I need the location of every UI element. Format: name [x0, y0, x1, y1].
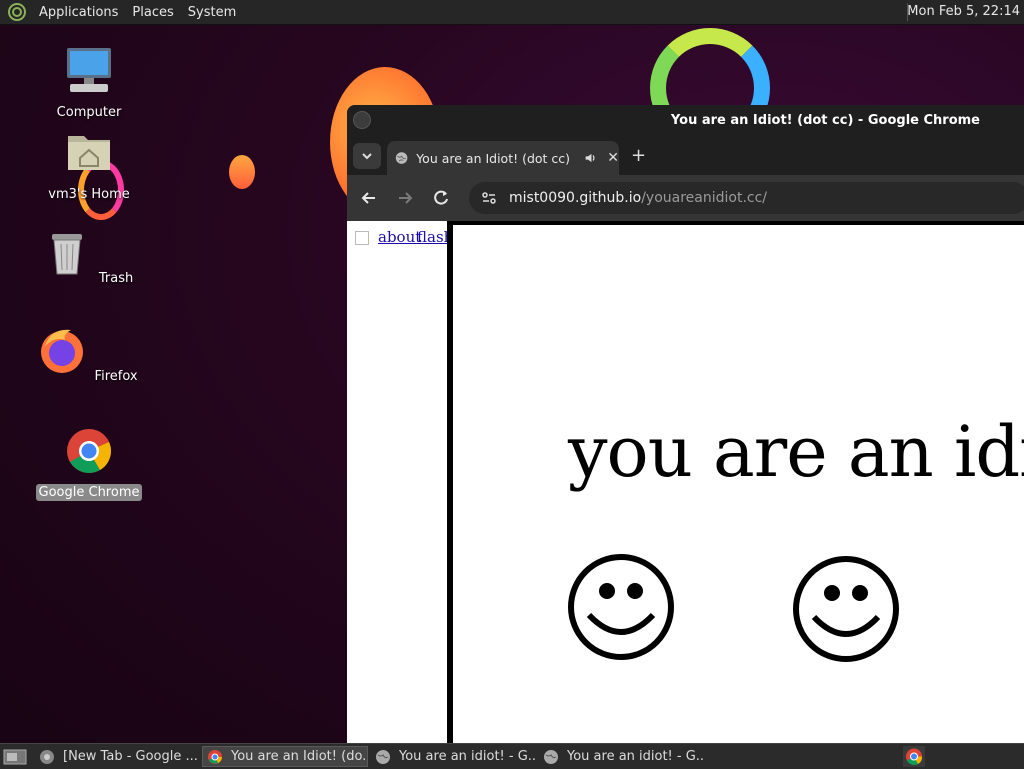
computer-icon — [67, 48, 111, 92]
tab-title: You are an Idiot! (dot cc) — [416, 150, 571, 166]
desktop-icon-firefox[interactable]: Firefox — [34, 326, 144, 385]
back-arrow-icon[interactable] — [359, 188, 379, 208]
taskbar-item-youareanidiot-active[interactable]: You are an Idiot! (do... — [202, 746, 368, 767]
reload-icon[interactable] — [431, 188, 451, 208]
tray-chrome-icon[interactable] — [903, 746, 925, 767]
top-panel: Applications Places System Mon Feb 5, 22… — [0, 0, 1024, 25]
system-menu[interactable]: System — [181, 5, 243, 20]
url-host: mist0090.github.io — [509, 190, 642, 206]
broken-image-icon — [355, 231, 369, 245]
tab-youareanidiot[interactable]: You are an Idiot! (dot cc) ✕ — [387, 141, 619, 175]
desktop-icon-google-chrome[interactable]: Google Chrome — [34, 426, 144, 501]
chevron-down-icon — [362, 153, 372, 160]
page-content: about flash you are an idiot — [347, 221, 1024, 743]
tab-strip: You are an Idiot! (dot cc) ✕ + — [347, 137, 1024, 175]
taskbar-item-label: You are an idiot! - G... — [567, 749, 704, 764]
chrome-icon — [40, 749, 54, 764]
browser-toolbar: mist0090.github.io/youareanidiot.cc/ — [347, 175, 1024, 221]
window-close-button[interactable] — [353, 111, 371, 129]
site-settings-icon[interactable] — [481, 190, 497, 206]
chrome-window: You are an Idiot! (dot cc) - Google Chro… — [347, 105, 1024, 743]
desktop-icon-label: Computer — [56, 105, 122, 120]
chrome-icon — [208, 749, 222, 764]
close-tab-icon[interactable]: ✕ — [607, 150, 619, 166]
taskbar-item-youareanidiot-3[interactable]: You are an idiot! - G... — [538, 746, 704, 767]
left-frame: about flash — [347, 221, 453, 743]
about-link[interactable]: about — [378, 228, 421, 246]
desktop-icon-label: Trash — [98, 271, 134, 286]
chrome-icon — [67, 429, 111, 473]
clock[interactable]: Mon Feb 5, 22:14 — [907, 4, 1020, 19]
desktop-icon-computer[interactable]: Computer — [34, 46, 144, 121]
trash-icon — [51, 234, 82, 275]
taskbar-item-new-tab[interactable]: [New Tab - Google ... — [34, 746, 200, 767]
globe-icon — [544, 749, 558, 764]
taskbar-item-label: [New Tab - Google ... — [63, 749, 198, 764]
taskbar-item-label: You are an idiot! - G... — [399, 749, 536, 764]
forward-arrow-icon[interactable] — [395, 188, 415, 208]
globe-icon — [395, 152, 408, 164]
desktop-icon-home[interactable]: vm3's Home — [34, 128, 144, 203]
url-path: /youareanidiot.cc/ — [641, 190, 768, 206]
applications-menu[interactable]: Applications — [32, 5, 125, 20]
window-titlebar[interactable]: You are an Idiot! (dot cc) - Google Chro… — [347, 105, 1024, 137]
show-desktop-icon[interactable] — [3, 748, 27, 766]
taskbar-item-youareanidiot-2[interactable]: You are an idiot! - G... — [370, 746, 536, 767]
places-menu[interactable]: Places — [125, 5, 180, 20]
address-bar[interactable]: mist0090.github.io/youareanidiot.cc/ — [469, 182, 1024, 214]
firefox-icon — [41, 329, 84, 373]
desktop-icon-label: Firefox — [94, 369, 138, 384]
window-title: You are an Idiot! (dot cc) - Google Chro… — [670, 113, 980, 128]
tab-search-button[interactable] — [353, 143, 381, 169]
headline: you are an idiot — [568, 411, 1024, 493]
bottom-taskbar: [New Tab - Google ... You are an Idiot! … — [0, 743, 1024, 769]
mate-logo-icon[interactable] — [8, 3, 26, 21]
desktop-icon-label: vm3's Home — [48, 187, 130, 202]
home-folder-icon — [68, 136, 110, 170]
main-frame: you are an idiot — [453, 221, 1024, 743]
taskbar-item-label: You are an Idiot! (do... — [231, 749, 368, 764]
speaker-icon[interactable] — [584, 150, 597, 166]
new-tab-button[interactable]: + — [631, 147, 646, 165]
smiley-face-icon — [568, 554, 674, 660]
wallpaper-small-orange-dot — [229, 155, 255, 189]
desktop-icon-label: Google Chrome — [35, 484, 143, 501]
smiley-face-icon — [793, 556, 899, 662]
desktop-icon-trash[interactable]: Trash — [34, 228, 144, 287]
globe-icon — [376, 749, 390, 764]
